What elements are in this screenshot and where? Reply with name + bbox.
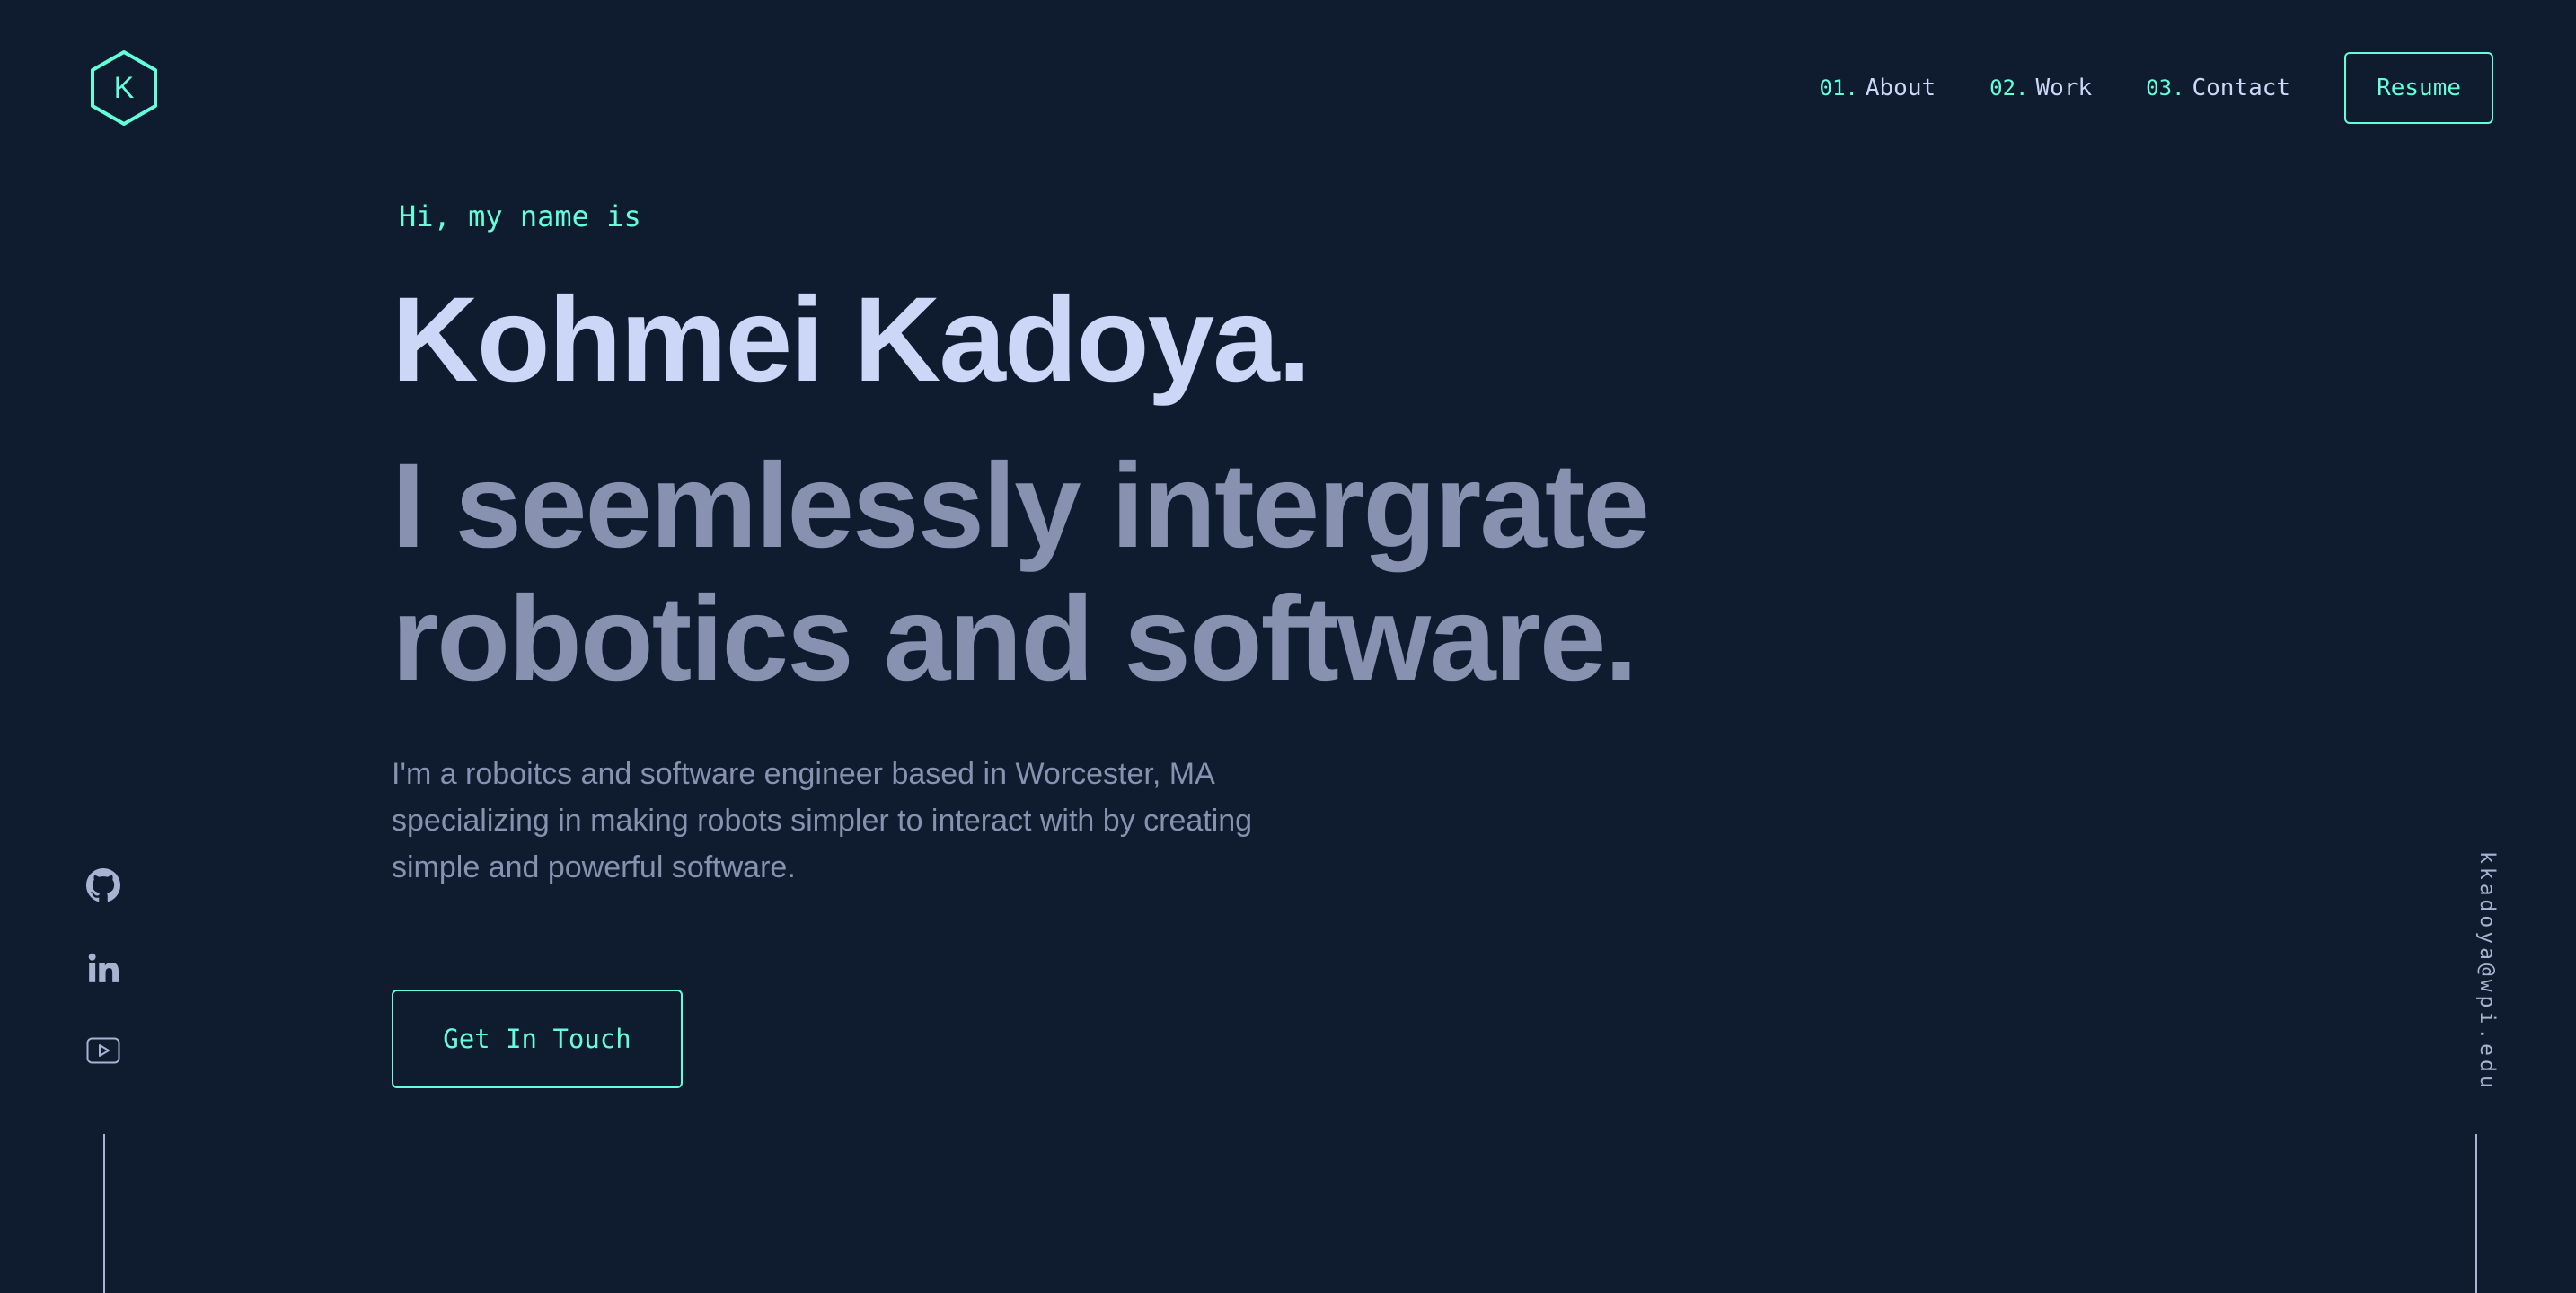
- hero-bio: I'm a roboitcs and software engineer bas…: [392, 757, 1253, 884]
- nav-link-contact[interactable]: 03. Contact: [2146, 75, 2290, 101]
- get-in-touch-button[interactable]: Get In Touch: [392, 990, 683, 1088]
- linkedin-icon[interactable]: [85, 950, 121, 986]
- left-rail-line: [103, 1134, 105, 1293]
- resume-button[interactable]: Resume: [2344, 52, 2493, 124]
- nav-number: 02.: [1989, 75, 2029, 101]
- nav-label: About: [1865, 75, 1936, 101]
- top-nav: 01. About 02. Work 03. Contact Resume: [1820, 52, 2493, 124]
- github-icon[interactable]: [85, 867, 121, 903]
- nav-link-work[interactable]: 02. Work: [1989, 75, 2092, 101]
- email-link[interactable]: kkadoya@wpi.edu: [2475, 851, 2499, 1092]
- hero-greeting: Hi, my name is: [399, 199, 641, 233]
- hero-name: Kohmei Kadoya.: [392, 273, 1311, 407]
- nav-number: 03.: [2146, 75, 2185, 101]
- right-rail-line: [2475, 1134, 2477, 1293]
- youtube-icon[interactable]: [85, 1033, 121, 1069]
- logo[interactable]: K: [89, 49, 159, 127]
- nav-label: Contact: [2192, 75, 2291, 101]
- nav-link-about[interactable]: 01. About: [1820, 75, 1936, 101]
- nav-number: 01.: [1819, 75, 1858, 101]
- social-links: [85, 867, 121, 1115]
- hero-tagline: I seemlessly intergrate robotics and sof…: [392, 439, 1650, 706]
- logo-letter: K: [113, 70, 135, 105]
- nav-label: Work: [2035, 75, 2093, 101]
